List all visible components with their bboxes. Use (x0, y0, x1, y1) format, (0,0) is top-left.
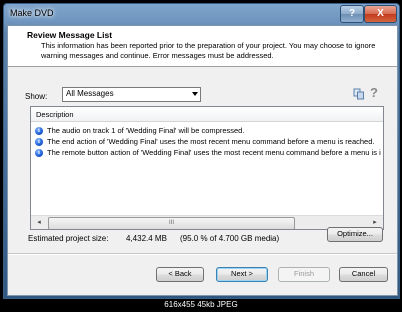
estimated-size-percent: (95.0 % of 4.700 GB media) (180, 234, 280, 243)
next-button[interactable]: Next > (216, 267, 268, 282)
info-icon: i (35, 149, 43, 158)
image-caption: 616x455 45kb JPEG (164, 300, 238, 309)
make-dvd-window: Make DVD ? X Review Message List This in… (3, 3, 400, 299)
show-label: Show: (25, 92, 48, 101)
window-title: Make DVD (10, 8, 54, 18)
info-icon: i (35, 127, 43, 136)
page-description: This information has been reported prior… (41, 41, 376, 60)
finish-button[interactable]: Finish (278, 267, 330, 282)
list-item[interactable]: i The remote button action of 'Wedding Fi… (35, 148, 381, 159)
dialog-body: Review Message List This information has… (7, 25, 398, 296)
message-text: The audio on track 1 of 'Wedding Final' … (47, 126, 245, 135)
message-text: The remote button action of 'Wedding Fin… (47, 148, 381, 157)
column-header-description[interactable]: Description (31, 107, 383, 122)
help-button[interactable]: ? (340, 5, 364, 23)
question-icon[interactable]: ? (370, 85, 378, 100)
copy-icon[interactable] (353, 88, 365, 100)
cancel-button[interactable]: Cancel (339, 267, 388, 282)
estimated-size-value: 4,432.4 MB (126, 234, 167, 243)
message-list[interactable]: Description i The audio on track 1 of 'We… (30, 106, 384, 230)
page-title: Review Message List (27, 30, 113, 40)
divider (8, 253, 397, 255)
optimize-button[interactable]: Optimize... (327, 227, 383, 242)
estimated-size-label: Estimated project size: (28, 234, 109, 243)
wizard-header: Review Message List This information has… (8, 26, 397, 67)
show-filter-value: All Messages (66, 89, 114, 98)
list-item[interactable]: i The audio on track 1 of 'Wedding Final'… (35, 126, 244, 137)
back-button[interactable]: < Back (156, 267, 204, 282)
column-header-label: Description (36, 110, 74, 119)
show-filter-dropdown[interactable]: All Messages (62, 87, 201, 102)
info-icon: i (35, 138, 43, 147)
message-text: The end action of 'Wedding Final' uses t… (47, 137, 375, 146)
chevron-down-icon (192, 92, 198, 96)
list-item[interactable]: i The end action of 'Wedding Final' uses … (35, 137, 375, 148)
title-bar: Make DVD ? X (4, 4, 399, 24)
scroll-left-arrow-icon[interactable]: ◂ (32, 217, 46, 229)
scrollbar-thumb[interactable]: III (48, 217, 295, 229)
close-button[interactable]: X (364, 5, 397, 23)
